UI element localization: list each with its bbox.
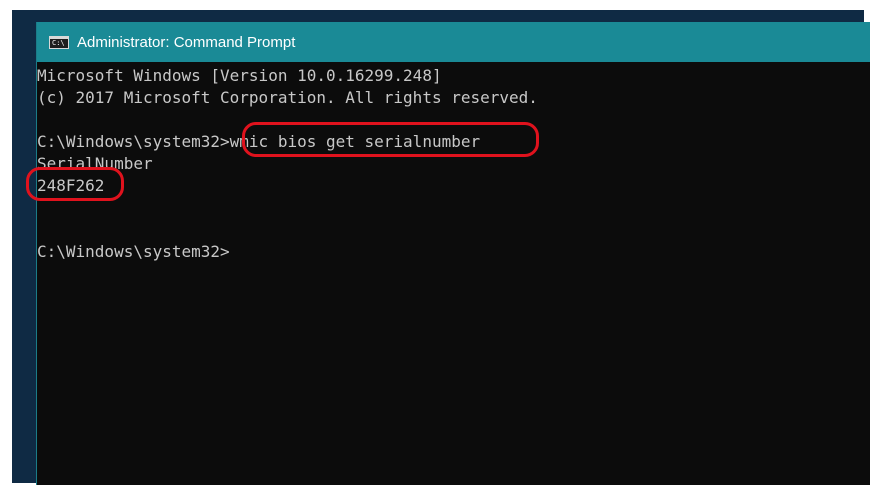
cmd-icon-glyph: C:\: [52, 39, 65, 47]
console-active-prompt[interactable]: C:\Windows\system32>: [37, 241, 870, 263]
window-title: Administrator: Command Prompt: [77, 33, 296, 51]
console-line-version: Microsoft Windows [Version 10.0.16299.24…: [37, 66, 442, 85]
cmd-console-icon[interactable]: C:\: [49, 36, 69, 49]
console-output-header: SerialNumber: [37, 154, 153, 173]
screenshot-stage: C:\ Administrator: Command Prompt Micros…: [0, 0, 870, 485]
console-line-copyright: (c) 2017 Microsoft Corporation. All righ…: [37, 88, 538, 107]
title-bar[interactable]: C:\ Administrator: Command Prompt: [37, 22, 870, 62]
console-output-serial: 248F262: [37, 176, 105, 195]
command-prompt-window[interactable]: C:\ Administrator: Command Prompt Micros…: [36, 22, 870, 485]
console-prompt: C:\Windows\system32>: [37, 132, 230, 151]
console-output-area[interactable]: Microsoft Windows [Version 10.0.16299.24…: [37, 62, 870, 485]
console-command: wmic bios get serialnumber: [229, 132, 481, 151]
console-prompt: C:\Windows\system32>: [37, 242, 230, 261]
console-line-command: C:\Windows\system32>wmic bios get serial…: [37, 131, 870, 153]
